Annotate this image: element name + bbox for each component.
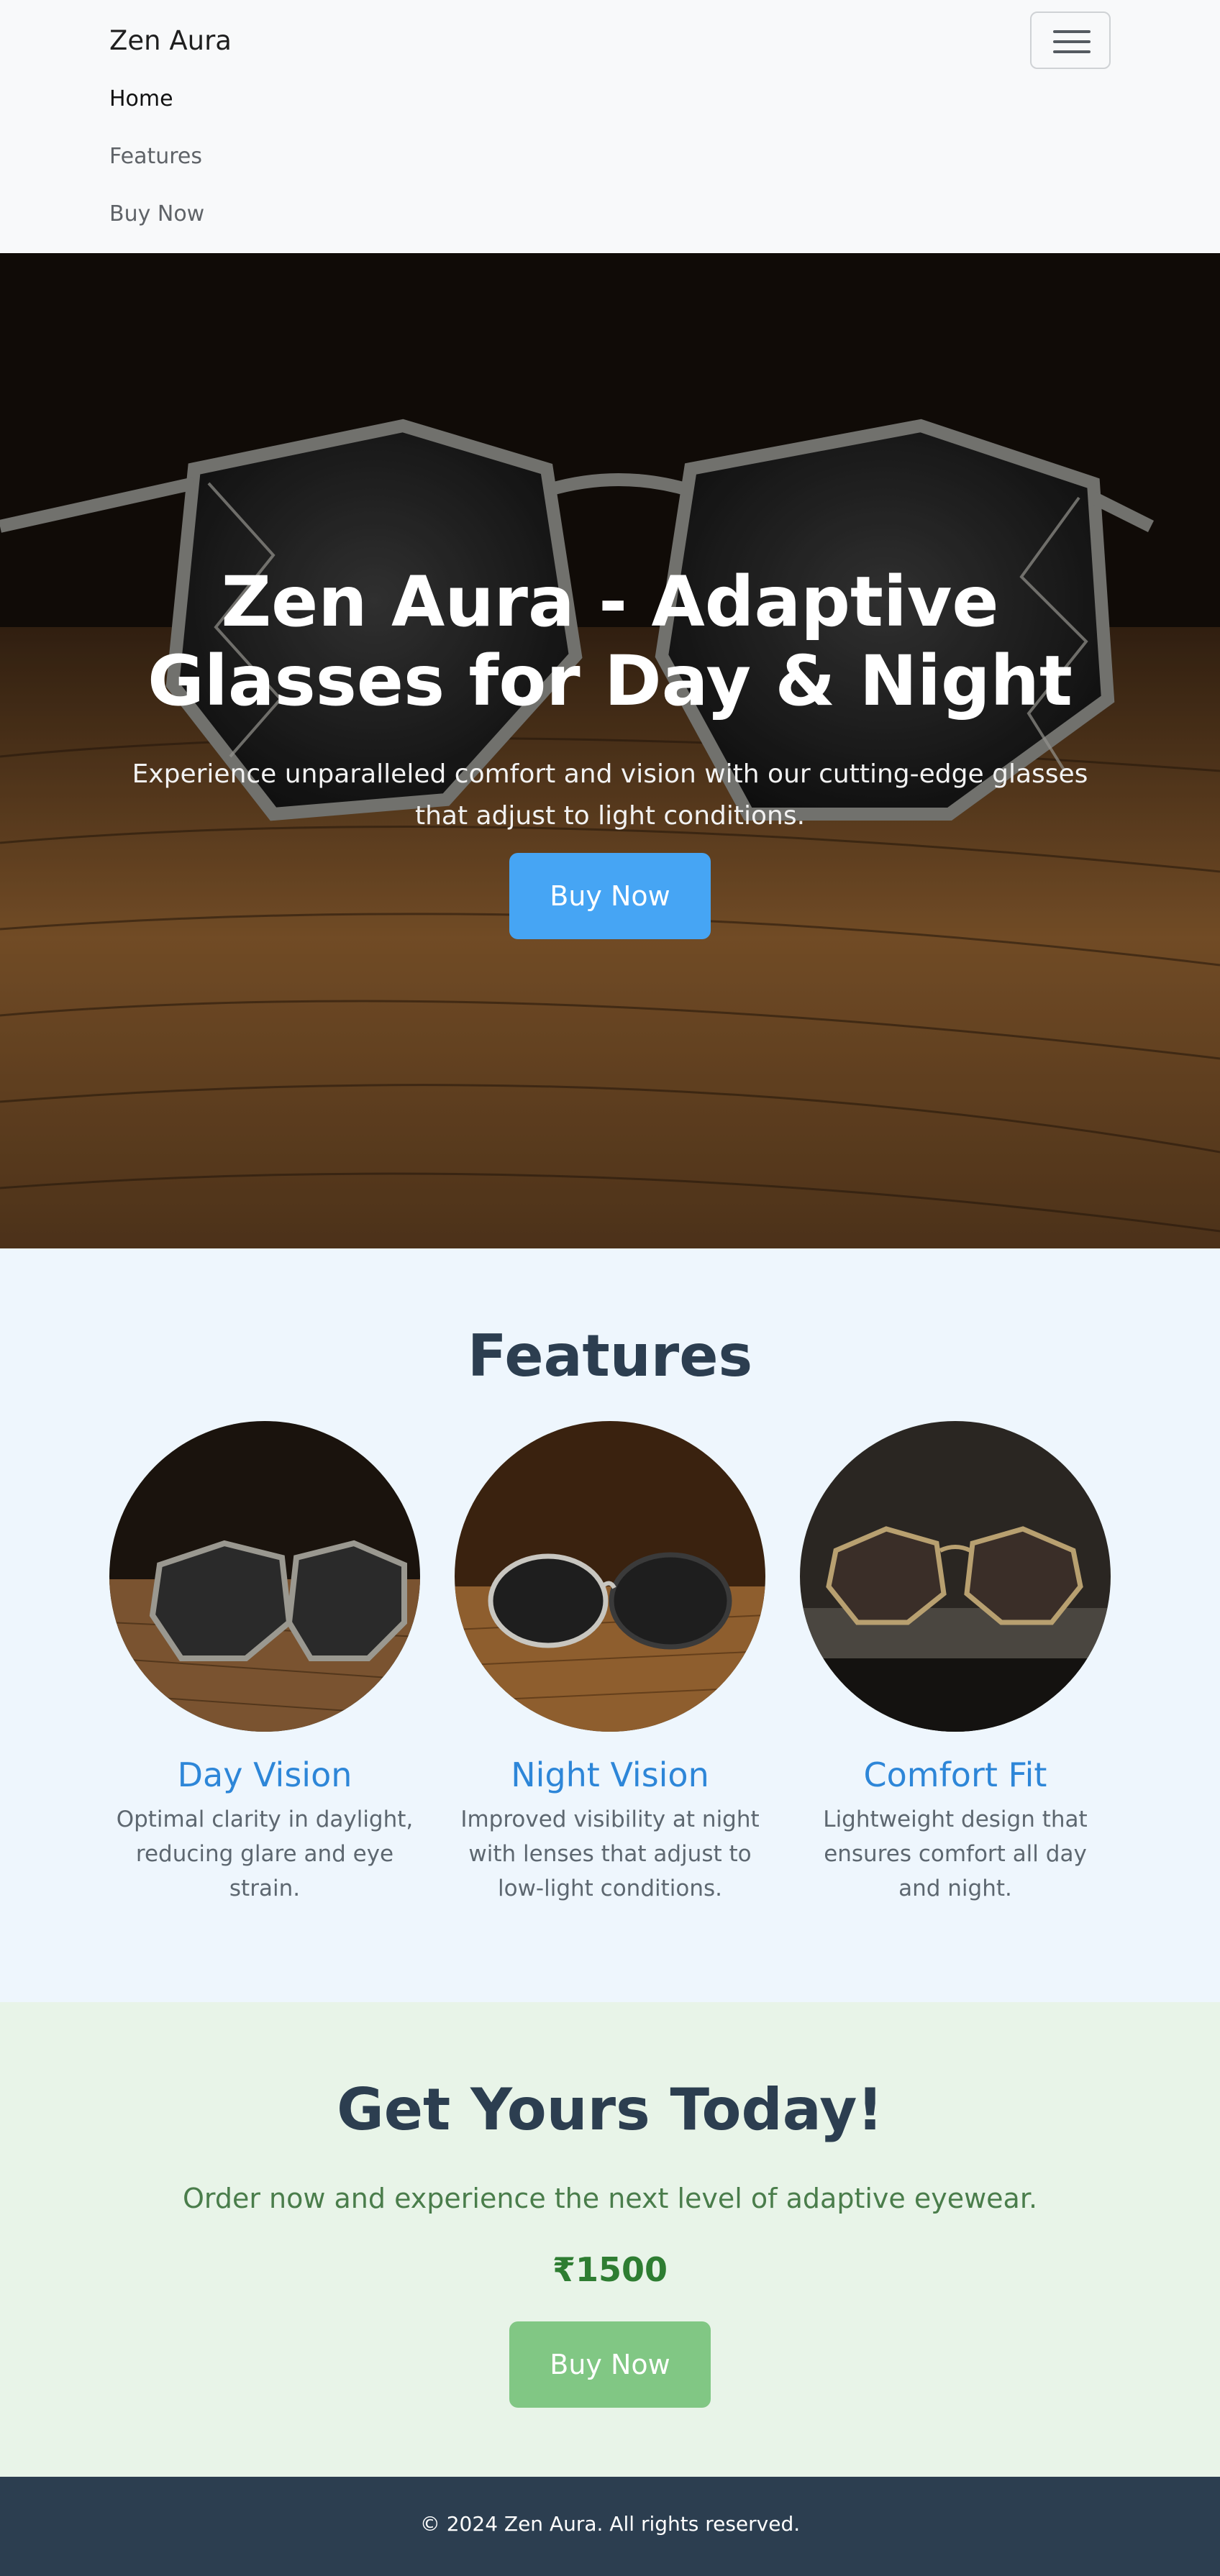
hero-section: Zen Aura - Adaptive Glasses for Day & Ni… xyxy=(0,253,1220,1248)
hero-subtitle: Experience unparalleled comfort and visi… xyxy=(132,759,1088,831)
hamburger-menu-button[interactable] xyxy=(1030,12,1111,69)
cta-subtitle: Order now and experience the next level … xyxy=(182,2183,1038,2214)
feature-image-night-vision xyxy=(455,1421,765,1732)
hamburger-menu-icon-bar xyxy=(1053,50,1091,53)
feature-description: Improved visibility at night with lenses… xyxy=(460,1807,760,1901)
hero-overlay xyxy=(0,253,1220,1248)
feature-card-night-vision: Night Vision Improved visibility at nigh… xyxy=(455,1421,765,1906)
nav-link-home[interactable]: Home xyxy=(109,85,173,114)
feature-name: Day Vision xyxy=(177,1755,352,1794)
nav-link-buy-now[interactable]: Buy Now xyxy=(109,200,204,229)
footer: © 2024 Zen Aura. All rights reserved. xyxy=(0,2477,1220,2576)
feature-image-comfort-fit xyxy=(800,1421,1111,1732)
features-title: Features xyxy=(467,1323,753,1389)
brand-logo[interactable]: Zen Aura xyxy=(109,23,232,59)
feature-description: Lightweight design that ensures comfort … xyxy=(823,1807,1088,1901)
feature-card-comfort-fit: Comfort Fit Lightweight design that ensu… xyxy=(800,1421,1111,1906)
feature-card-day-vision: Day Vision Optimal clarity in daylight, … xyxy=(109,1421,420,1906)
feature-description: Optimal clarity in daylight, reducing gl… xyxy=(116,1807,414,1901)
navbar: Zen Aura Home Features Buy Now xyxy=(0,0,1220,253)
nav-link-features[interactable]: Features xyxy=(109,142,202,171)
hero-buy-now-button[interactable]: Buy Now xyxy=(509,853,711,939)
hamburger-menu-icon-bar xyxy=(1053,40,1091,43)
cta-buy-now-button[interactable]: Buy Now xyxy=(509,2321,711,2408)
hamburger-menu-icon xyxy=(1053,30,1091,33)
price: ₹1500 xyxy=(552,2250,668,2289)
feature-image-day-vision xyxy=(109,1421,420,1732)
feature-name: Night Vision xyxy=(511,1755,709,1794)
footer-copyright: © 2024 Zen Aura. All rights reserved. xyxy=(419,2512,801,2536)
buy-now-section: Get Yours Today! Order now and experienc… xyxy=(0,2002,1220,2477)
hero-title: Zen Aura - Adaptive Glasses for Day & Ni… xyxy=(147,562,1073,721)
feature-name: Comfort Fit xyxy=(863,1755,1047,1794)
cta-title: Get Yours Today! xyxy=(337,2076,883,2143)
features-section: Features Day Vision Optimal clarity in d… xyxy=(0,1248,1220,2002)
